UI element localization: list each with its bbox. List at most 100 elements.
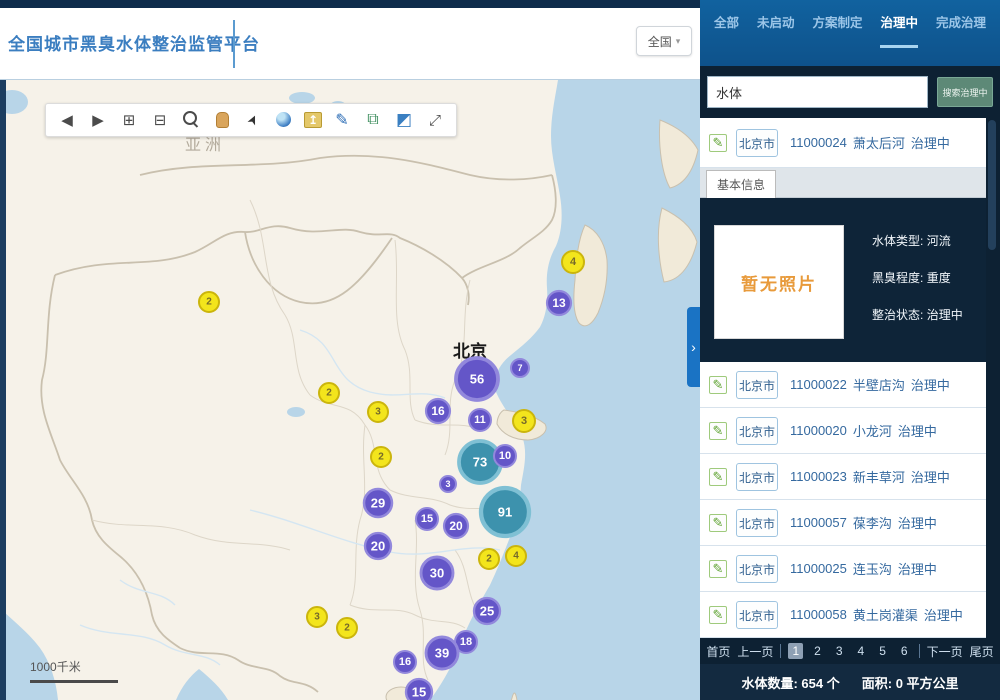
map-cluster-bubble[interactable]: 3 xyxy=(513,410,535,432)
bubble-count: 39 xyxy=(435,646,449,661)
city-button[interactable]: 北京市 xyxy=(736,463,778,491)
tab-basic-info[interactable]: 基本信息 xyxy=(706,170,776,198)
map-cluster-bubble[interactable]: 2 xyxy=(479,549,499,569)
page-number-2[interactable]: 2 xyxy=(810,643,825,659)
map-canvas[interactable]: 亚洲 北京 7391137561611103291520203025183916… xyxy=(0,80,700,700)
globe-icon[interactable] xyxy=(273,109,295,131)
map-cluster-bubble[interactable]: 16 xyxy=(426,399,450,423)
export-icon[interactable]: ↥ xyxy=(304,112,322,128)
map-cluster-bubble[interactable]: 20 xyxy=(444,514,468,538)
list-item[interactable]: ✎北京市11000058黄土岗灌渠治理中 xyxy=(700,592,986,638)
map-cluster-bubble[interactable]: 56 xyxy=(456,358,498,400)
search-icon[interactable] xyxy=(180,109,202,131)
map-cluster-bubble[interactable]: 10 xyxy=(494,445,516,467)
edit-icon[interactable]: ✎ xyxy=(709,134,727,152)
tab-0[interactable]: 全部 xyxy=(714,12,739,48)
edit-icon[interactable]: ✎ xyxy=(709,422,727,440)
tab-3[interactable]: 治理中 xyxy=(880,12,918,48)
page-first[interactable]: 首页 xyxy=(706,643,730,660)
map-cluster-bubble[interactable]: 39 xyxy=(426,637,458,669)
city-button[interactable]: 北京市 xyxy=(736,129,778,157)
draw-icon[interactable]: ✎ xyxy=(331,109,353,131)
layers-icon[interactable]: ⧉ xyxy=(362,109,384,131)
city-button[interactable]: 北京市 xyxy=(736,555,778,583)
next-extent-icon[interactable]: ▶ xyxy=(87,109,109,131)
tab-4[interactable]: 完成治理 xyxy=(936,12,986,48)
basemap-icon[interactable]: ◩ xyxy=(393,109,415,131)
map-cluster-bubble[interactable]: 4 xyxy=(506,546,526,566)
water-body-code: 11000020 xyxy=(790,423,847,438)
map-cluster-bubble[interactable]: 3 xyxy=(368,402,388,422)
map-cluster-bubble[interactable]: 29 xyxy=(364,489,392,517)
map-cluster-bubble[interactable]: 25 xyxy=(474,598,500,624)
map-cluster-bubble[interactable]: 15 xyxy=(406,679,432,700)
map-cluster-bubble[interactable]: 91 xyxy=(481,488,529,536)
list-item[interactable]: ✎ 北京市 11000023新丰草河治理中 xyxy=(700,454,986,500)
page-number-3[interactable]: 3 xyxy=(832,643,847,659)
search-button[interactable]: 搜索治理中 xyxy=(937,77,993,107)
list-item[interactable]: ✎ 北京市 11000022半壁店沟治理中 xyxy=(700,362,986,408)
map-cluster-bubble[interactable]: 7 xyxy=(511,359,529,377)
map-cluster-bubble[interactable]: 2 xyxy=(319,383,339,403)
water-body-label: 11000022半壁店沟治理中 xyxy=(790,362,950,407)
map-cluster-bubble[interactable]: 20 xyxy=(365,533,391,559)
selected-list-item[interactable]: ✎ 北京市 11000024 萧太后河 治理中 xyxy=(700,118,986,168)
map-cluster-bubble[interactable]: 2 xyxy=(371,447,391,467)
zoom-out-icon[interactable]: ⊟ xyxy=(149,109,171,131)
map-cluster-bubble[interactable]: 3 xyxy=(440,476,456,492)
page-prev[interactable]: 上一页 xyxy=(737,643,773,660)
list-item[interactable]: ✎北京市11000025连玉沟治理中 xyxy=(700,546,986,592)
bubble-count: 29 xyxy=(371,496,385,511)
page-number-5[interactable]: 5 xyxy=(875,643,890,659)
list-item[interactable]: ✎北京市11000057葆李沟治理中 xyxy=(700,500,986,546)
tab-1[interactable]: 未启动 xyxy=(757,12,795,48)
map-cluster-bubble[interactable]: 4 xyxy=(562,251,584,273)
pointer-icon[interactable]: ➤ xyxy=(238,105,267,134)
map-cluster-bubble[interactable]: 15 xyxy=(416,508,438,530)
city-button[interactable]: 北京市 xyxy=(736,601,778,629)
page-number-6[interactable]: 6 xyxy=(897,643,912,659)
tab-2[interactable]: 方案制定 xyxy=(812,12,862,48)
map-cluster-bubble[interactable]: 13 xyxy=(547,291,571,315)
detail-field: 水体类型: 河流 xyxy=(872,232,984,249)
edit-icon[interactable]: ✎ xyxy=(709,468,727,486)
map-cluster-bubble[interactable]: 2 xyxy=(199,292,219,312)
status-tabs: 全部未启动方案制定治理中完成治理 xyxy=(700,0,1000,66)
edit-icon[interactable]: ✎ xyxy=(709,606,727,624)
map-cluster-bubble[interactable]: 3 xyxy=(307,607,327,627)
detail-panel: 暂无照片 水体类型: 河流黑臭程度: 重度整治状态: 治理中 xyxy=(700,198,986,362)
map-cluster-bubble[interactable]: 2 xyxy=(337,618,357,638)
water-body-name: 半壁店沟 xyxy=(853,375,905,394)
fullscreen-icon[interactable]: ⤢ xyxy=(424,109,446,131)
search-input[interactable] xyxy=(707,76,928,108)
water-body-label: 11000023新丰草河治理中 xyxy=(790,454,950,499)
map-cluster-bubble[interactable]: 11 xyxy=(469,409,491,431)
search-row: 搜索治理中 xyxy=(700,66,1000,118)
pan-icon[interactable] xyxy=(211,109,233,131)
panel-collapse-tab[interactable]: › xyxy=(687,307,700,387)
zoom-in-icon[interactable]: ⊞ xyxy=(118,109,140,131)
page-number-4[interactable]: 4 xyxy=(854,643,869,659)
edit-icon[interactable]: ✎ xyxy=(709,376,727,394)
info-tabbar: 基本信息 xyxy=(700,168,986,198)
city-button[interactable]: 北京市 xyxy=(736,509,778,537)
map-svg: 亚洲 北京 7391137561611103291520203025183916… xyxy=(0,80,700,700)
map-cluster-bubble[interactable]: 30 xyxy=(421,557,453,589)
panel-footer: 水体数量: 654 个 面积: 0 平方公里 xyxy=(700,664,1000,700)
edit-icon[interactable]: ✎ xyxy=(709,514,727,532)
scrollbar-thumb[interactable] xyxy=(988,120,996,250)
edit-icon[interactable]: ✎ xyxy=(709,560,727,578)
list-item[interactable]: ✎ 北京市 11000020小龙河治理中 xyxy=(700,408,986,454)
city-button[interactable]: 北京市 xyxy=(736,417,778,445)
page-number-1[interactable]: 1 xyxy=(788,643,803,659)
bubble-count: 2 xyxy=(206,297,212,308)
page-last[interactable]: 尾页 xyxy=(970,643,994,660)
page-next[interactable]: 下一页 xyxy=(927,643,963,660)
bubble-count: 15 xyxy=(421,513,433,525)
region-dropdown[interactable]: 全国 ▾ xyxy=(636,26,692,56)
water-body-name: 黄土岗灌渠 xyxy=(853,605,918,624)
water-body-label: 11000020小龙河治理中 xyxy=(790,408,937,453)
city-button[interactable]: 北京市 xyxy=(736,371,778,399)
map-cluster-bubble[interactable]: 16 xyxy=(394,651,416,673)
prev-extent-icon[interactable]: ◀ xyxy=(56,109,78,131)
